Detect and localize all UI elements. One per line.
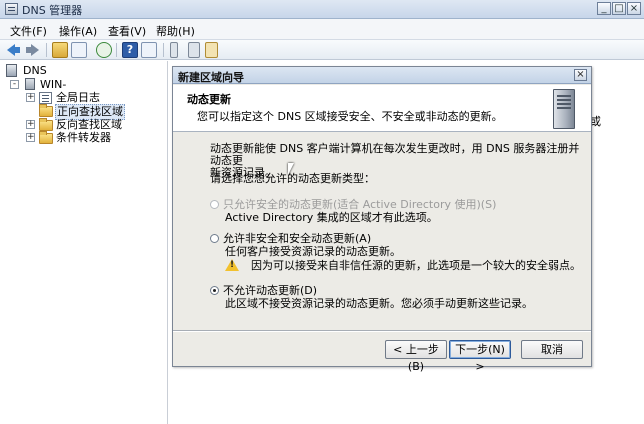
expand-icon[interactable]: + [26, 133, 35, 142]
radio-no-dynamic-updates[interactable] [210, 286, 219, 295]
option-nonsecure-warning: 因为可以接受来自非信任源的更新，此选项是一个较大的安全弱点。 [251, 259, 581, 272]
toolbar: ? [0, 40, 644, 60]
menu-help[interactable]: 帮助(H) [156, 23, 195, 39]
option-secure-only[interactable]: 只允许安全的动态更新(适合 Active Directory 使用)(S) [210, 199, 496, 211]
option-no-dynamic-updates[interactable]: 不允许动态更新(D) [210, 285, 317, 297]
radio-nonsecure-and-secure[interactable] [210, 234, 219, 243]
expand-icon[interactable]: + [26, 120, 35, 129]
cancel-button[interactable]: 取消 [521, 340, 583, 359]
expand-icon[interactable]: + [26, 93, 35, 102]
server-icon [25, 78, 35, 90]
dialog-close-button[interactable]: × [574, 69, 587, 81]
option-no-dynamic-updates-description: 此区域不接受资源记录的动态更新。您必须手动更新这些记录。 [225, 297, 533, 310]
menu-action[interactable]: 操作(A) [59, 23, 97, 39]
dialog-header: 动态更新 您可以指定这个 DNS 区域接受安全、不安全或非动态的更新。 [173, 85, 591, 132]
maximize-button[interactable]: □ [612, 2, 626, 15]
dns-manager-app-icon [5, 3, 18, 15]
toolbar-icon-c[interactable] [205, 42, 218, 58]
mouse-cursor-icon [288, 163, 294, 175]
update-type-prompt: 请选择您想允许的动态更新类型： [210, 172, 375, 185]
option-secure-only-label: 只允许安全的动态更新(适合 Active Directory 使用)(S) [223, 198, 497, 211]
tree-label-global-log: 全局日志 [56, 91, 100, 104]
minimize-button[interactable]: _ [597, 2, 611, 15]
toolbar-separator [116, 43, 117, 57]
radio-secure-only[interactable] [210, 200, 219, 209]
tree-label-reverse-lookup: 反向查找区域 [56, 118, 122, 131]
toolbar-icon-b[interactable] [188, 42, 200, 58]
folder-icon [39, 131, 53, 144]
dialog-footer-divider [173, 330, 591, 331]
dialog-header-title: 动态更新 [187, 93, 231, 106]
warning-icon-mark: ! [229, 260, 235, 270]
dialog-body: 动态更新能使 DNS 客户端计算机在每次发生更改时，用 DNS 服务器注册并动态… [173, 133, 591, 335]
tree-icon[interactable] [71, 42, 87, 58]
option-nonsecure-and-secure-label: 允许非安全和安全动态更新(A) [223, 232, 372, 245]
new-zone-wizard-dialog: 新建区域向导 × 动态更新 您可以指定这个 DNS 区域接受安全、不安全或非动态… [172, 66, 592, 373]
toolbar-separator [163, 43, 164, 57]
option-nonsecure-and-secure-description: 任何客户接受资源记录的动态更新。 [225, 245, 401, 258]
tree-label-dns: DNS [23, 64, 47, 77]
dialog-header-subtitle: 您可以指定这个 DNS 区域接受安全、不安全或非动态的更新。 [197, 110, 503, 123]
tree-label-server: WIN- [40, 78, 67, 91]
menu-bar: 文件(F) 操作(A) 查看(V) 帮助(H) [0, 19, 644, 40]
option-nonsecure-and-secure[interactable]: 允许非安全和安全动态更新(A) [210, 233, 371, 245]
dialog-titlebar: 新建区域向导 × [173, 67, 591, 84]
back-icon[interactable] [6, 42, 22, 58]
toolbar-separator [46, 43, 47, 57]
server-icon [553, 89, 575, 129]
option-no-dynamic-updates-label: 不允许动态更新(D) [223, 284, 318, 297]
option-secure-only-description: Active Directory 集成的区域才有此选项。 [225, 211, 438, 224]
menu-view[interactable]: 查看(V) [108, 23, 146, 39]
menu-file[interactable]: 文件(F) [10, 23, 47, 39]
help-icon[interactable]: ? [122, 42, 138, 58]
dns-icon [6, 64, 17, 77]
up-icon[interactable] [52, 42, 68, 58]
back-button[interactable]: < 上一步(B) [385, 340, 447, 373]
log-icon [39, 92, 52, 104]
dialog-title: 新建区域向导 [178, 71, 244, 84]
refresh-icon[interactable] [96, 42, 112, 58]
toolbar-icon-a[interactable] [170, 42, 178, 58]
tree-label-conditional-forwarders: 条件转发器 [56, 131, 111, 144]
forward-icon[interactable] [25, 42, 41, 58]
folder-icon [39, 118, 53, 131]
folder-icon [39, 104, 53, 117]
properties-icon[interactable] [141, 42, 157, 58]
console-tree: DNS - WIN- + 全局日志 正向查找区域 + 反向查找区域 + 条件转发… [0, 61, 168, 424]
window-title: DNS 管理器 [22, 4, 83, 17]
intro-line-1: 动态更新能使 DNS 客户端计算机在每次发生更改时，用 DNS 服务器注册并动态… [210, 142, 580, 167]
next-button[interactable]: 下一步(N) > [449, 340, 511, 373]
collapse-icon[interactable]: - [10, 80, 19, 89]
close-window-button[interactable]: × [627, 2, 641, 15]
window-titlebar: DNS 管理器 _ □ × [0, 0, 644, 19]
